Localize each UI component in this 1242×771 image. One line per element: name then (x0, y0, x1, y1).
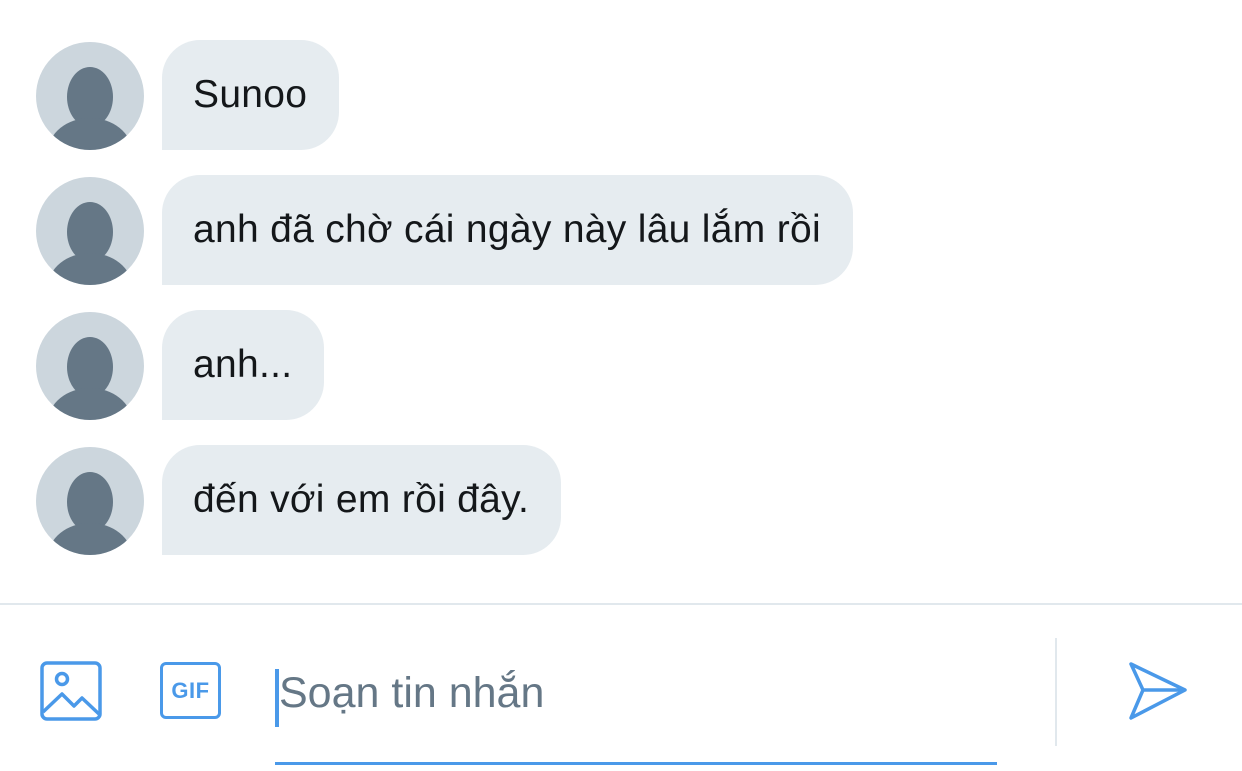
gif-button[interactable]: GIF (160, 662, 221, 719)
send-button[interactable] (1127, 660, 1189, 722)
send-icon (1129, 662, 1187, 720)
message-thread: Sunoo anh đã chờ cái ngày này lâu lắm rồ… (0, 0, 1242, 604)
send-separator (1055, 638, 1057, 746)
avatar[interactable] (36, 447, 144, 555)
image-icon (40, 661, 102, 721)
message-composer: GIF (0, 605, 1242, 771)
message-bubble[interactable]: anh đã chờ cái ngày này lâu lắm rồi (162, 175, 853, 285)
message-row: anh... (36, 310, 325, 420)
message-bubble[interactable]: đến với em rồi đây. (162, 445, 562, 555)
message-bubble[interactable]: anh... (162, 310, 325, 420)
message-input[interactable] (275, 663, 979, 723)
add-media-button[interactable] (40, 661, 102, 723)
default-avatar-icon (48, 472, 132, 555)
message-row: anh đã chờ cái ngày này lâu lắm rồi (36, 175, 853, 285)
default-avatar-icon (48, 337, 132, 420)
avatar[interactable] (36, 177, 144, 285)
message-bubble[interactable]: Sunoo (162, 40, 340, 150)
avatar[interactable] (36, 42, 144, 150)
message-input-container[interactable] (275, 635, 997, 765)
avatar[interactable] (36, 312, 144, 420)
default-avatar-icon (48, 67, 132, 150)
message-row: Sunoo (36, 40, 340, 150)
message-row: đến với em rồi đây. (36, 445, 562, 555)
default-avatar-icon (48, 202, 132, 285)
